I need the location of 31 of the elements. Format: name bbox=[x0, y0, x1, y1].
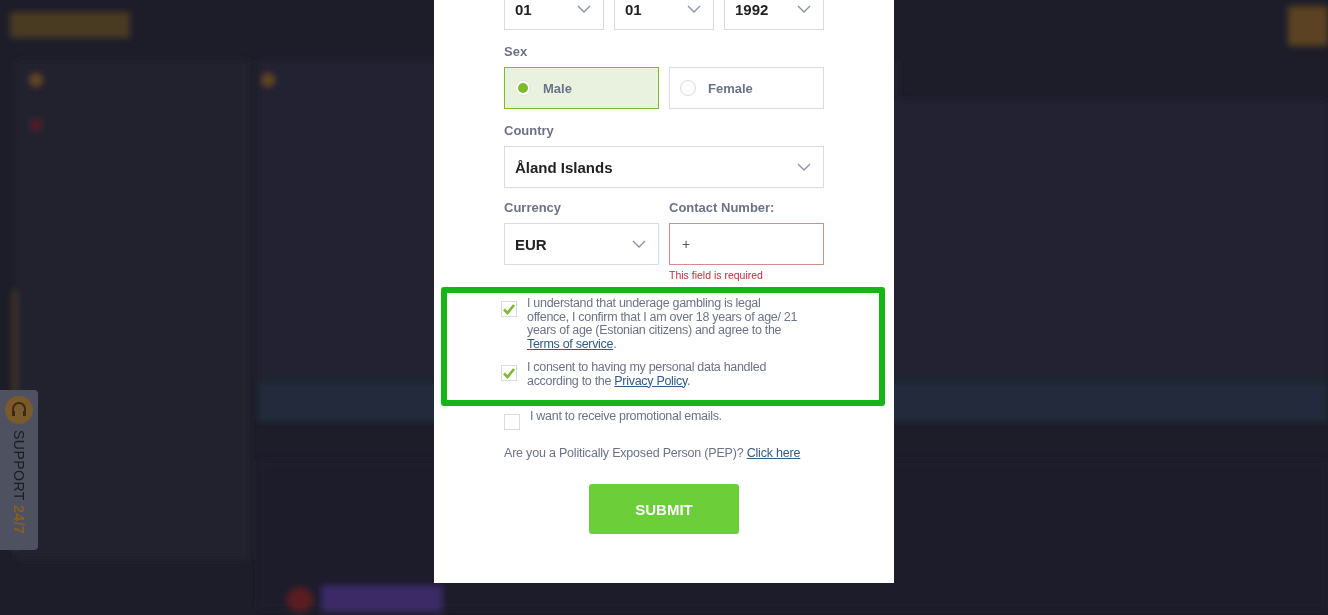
chevron-icon bbox=[797, 5, 811, 13]
date-dropdown[interactable]: 01 bbox=[614, 0, 714, 30]
pep-question: Are you a Politically Exposed Person (PEP)? Click here bbox=[504, 446, 802, 460]
date-dropdown[interactable]: 01 bbox=[504, 0, 604, 30]
date-dropdown[interactable]: 1992 bbox=[724, 0, 824, 30]
field-label: Currency bbox=[504, 200, 563, 215]
chevron-icon bbox=[687, 5, 701, 13]
consent-text: I understand that underage gambling is legal offence, I confirm that I am over 18 years of age/ 21 years of age (Estonian citizens) and agree to the Terms of service. bbox=[527, 297, 799, 351]
consent-text: I want to receive promotional emails. bbox=[530, 410, 723, 424]
field-label: Contact Number: bbox=[669, 200, 776, 215]
chevron-icon bbox=[632, 240, 646, 248]
checkbox[interactable] bbox=[501, 365, 517, 381]
field-label: Sex bbox=[504, 44, 529, 59]
checkbox[interactable] bbox=[504, 414, 520, 430]
radio-option[interactable]: Female bbox=[669, 67, 824, 109]
radio-option[interactable]: Male bbox=[504, 67, 659, 109]
field-label: Country bbox=[504, 123, 555, 138]
country-dropdown[interactable]: Åland Islands bbox=[504, 146, 824, 188]
chevron-icon bbox=[577, 5, 591, 13]
headset-icon bbox=[5, 396, 33, 424]
chevron-icon bbox=[797, 163, 811, 171]
radio-icon bbox=[680, 80, 696, 96]
link[interactable]: Privacy Policy bbox=[614, 373, 687, 388]
link[interactable]: Click here bbox=[746, 446, 801, 460]
phone-field[interactable]: + bbox=[669, 223, 824, 265]
currency-dropdown[interactable]: EUR bbox=[504, 223, 659, 265]
support-label: SUPPORT 24/7 bbox=[11, 430, 27, 535]
radio-icon bbox=[515, 80, 531, 96]
checkbox[interactable] bbox=[501, 301, 517, 317]
consent-text: I consent to having my personal data handled according to the Privacy Policy. bbox=[527, 361, 768, 388]
error-message: This field is required bbox=[669, 269, 764, 281]
